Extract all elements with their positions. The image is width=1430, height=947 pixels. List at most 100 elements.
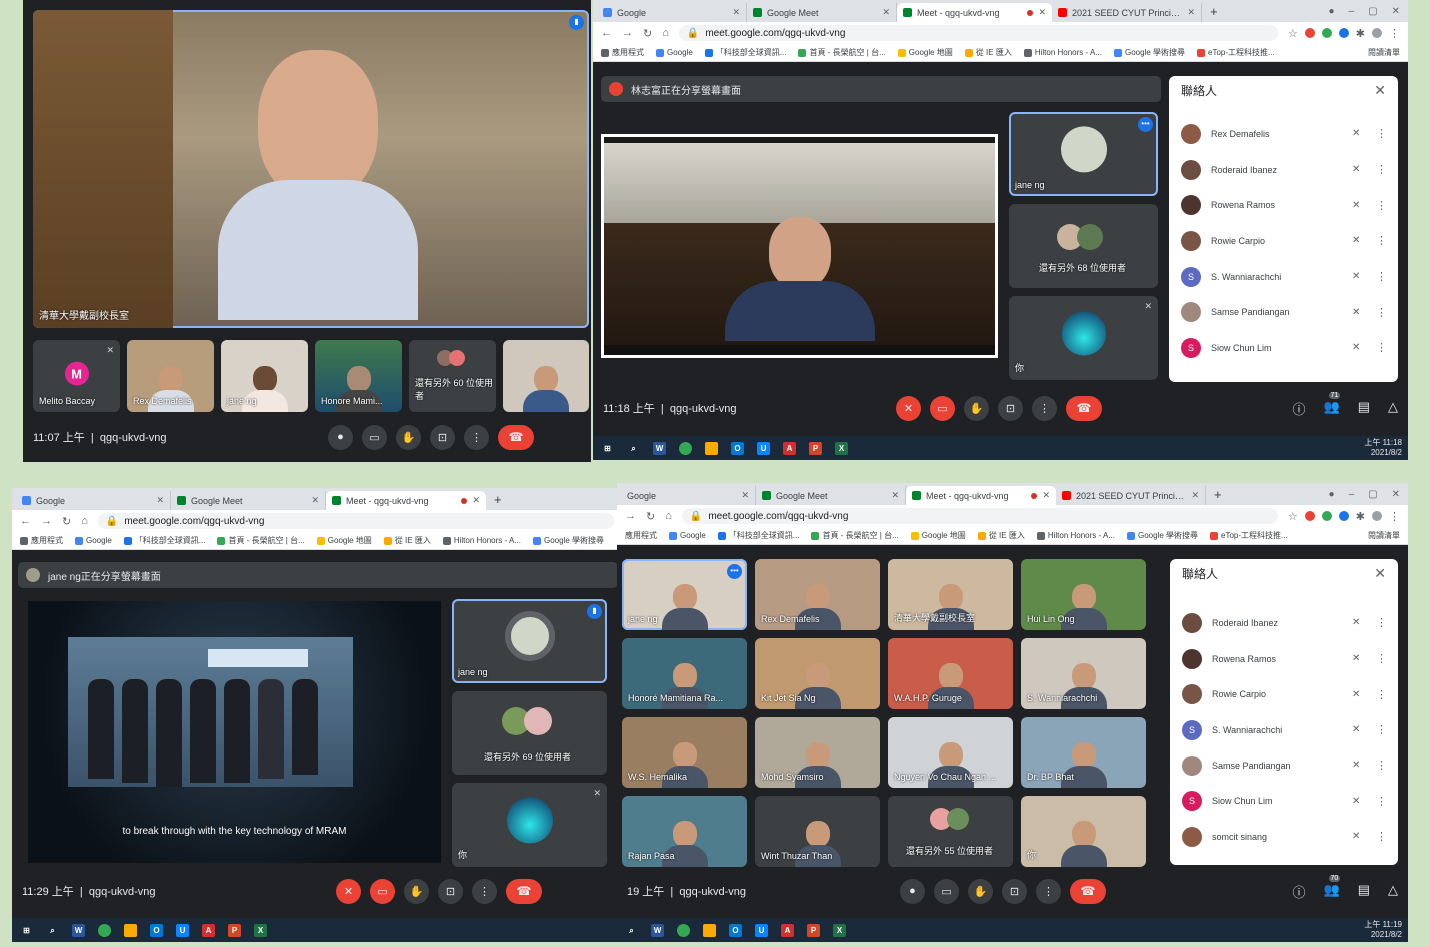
excel-icon[interactable]: X <box>835 441 848 455</box>
bookmark[interactable]: Google <box>669 531 706 540</box>
more-icon[interactable]: ⋮ <box>1032 395 1057 421</box>
participant-tile[interactable]: Mohd Syamsiro <box>755 717 880 788</box>
participant-row[interactable]: S S. Wanniarachchi ✕ ⋮ <box>1169 259 1398 295</box>
main-speaker-tile[interactable]: ▮ 清華大學戴副校長室 <box>33 10 589 328</box>
excel-icon[interactable]: X <box>254 923 267 937</box>
more-icon[interactable]: ⋮ <box>1376 759 1387 772</box>
participant-tile[interactable] <box>503 340 589 412</box>
participant-row[interactable]: Roderaid Ibanez ✕ ⋮ <box>1169 152 1398 188</box>
more-participants-tile[interactable]: 還有另外 55 位使用者 <box>888 796 1013 867</box>
mic-off-icon[interactable]: ✕ <box>1352 724 1366 735</box>
bookmark[interactable]: 「科技部全球資訊... <box>704 47 786 58</box>
participant-tile[interactable]: Dr. BP Bhat <box>1021 717 1146 788</box>
more-icon[interactable]: ⋮ <box>1376 616 1387 629</box>
more-icon[interactable]: ⋮ <box>1376 341 1387 354</box>
more-participants-tile[interactable]: 還有另外 60 位使用者 <box>409 340 496 412</box>
participant-tile[interactable]: Rajan Pasa <box>622 796 747 867</box>
participant-tile[interactable]: Honoré Mamitiana Ra... <box>622 638 747 709</box>
participant-tile[interactable]: Honore Mami... <box>315 340 402 412</box>
participant-row[interactable]: S Siow Chun Lim ✕ ⋮ <box>1169 330 1398 366</box>
chat-icon[interactable]: ▤ <box>1358 399 1370 418</box>
raise-hand-icon[interactable]: ✋ <box>396 424 421 450</box>
windows-start-icon[interactable]: ⊞ <box>601 442 614 455</box>
more-icon[interactable]: ⋮ <box>1376 652 1387 665</box>
bookmark[interactable]: Hilton Honors - A... <box>442 536 521 545</box>
outlook-icon[interactable]: O <box>150 923 163 937</box>
bookmark[interactable]: 從 IE 匯入 <box>964 47 1012 58</box>
system-clock[interactable]: 上午 11:19 2021/8/2 <box>1364 920 1402 940</box>
mic-off-icon[interactable]: ✕ <box>1352 617 1366 628</box>
acrobat-icon[interactable]: A <box>783 441 796 455</box>
self-tile[interactable]: 你 <box>1021 796 1146 867</box>
mic-off-icon[interactable]: ✕ <box>1352 760 1366 771</box>
mic-off-icon[interactable]: ✕ <box>1352 342 1366 353</box>
tab-google[interactable]: Google ✕ <box>597 3 747 22</box>
outlook-icon[interactable]: O <box>731 441 744 455</box>
present-icon[interactable]: ⊡ <box>438 878 463 904</box>
mic-off-icon[interactable]: ✕ <box>336 878 361 904</box>
reload-icon[interactable]: ↻ <box>643 27 652 40</box>
bookmark[interactable]: 應用程式 <box>625 530 657 541</box>
mic-off-icon[interactable]: ✕ <box>1352 128 1366 139</box>
extensions[interactable]: ☆ ✱ ⋮ <box>1288 510 1400 523</box>
file-explorer-icon[interactable] <box>705 441 718 455</box>
more-icon[interactable]: ⋮ <box>1376 688 1387 701</box>
participant-tile[interactable]: W.A.H.P. Guruge <box>888 638 1013 709</box>
participant-row[interactable]: S Siow Chun Lim ✕ ⋮ <box>1170 783 1398 819</box>
more-icon[interactable]: ⋮ <box>1036 878 1061 904</box>
bookmark[interactable]: 應用程式 <box>601 47 644 58</box>
bookmark[interactable]: 應用程式 <box>20 535 63 546</box>
chrome-icon[interactable] <box>677 923 690 937</box>
bookmark[interactable]: 首頁 - 長榮航空 | 台... <box>798 47 886 58</box>
forward-icon[interactable]: → <box>625 510 636 522</box>
window-controls[interactable]: ● – ▢ ✕ <box>1329 6 1408 17</box>
mic-off-icon[interactable]: ✕ <box>1352 307 1366 318</box>
powerpoint-icon[interactable]: P <box>809 441 822 455</box>
bookmark[interactable]: 「科技部全球資訊... <box>717 530 799 541</box>
participant-tile[interactable]: ••• jane ng <box>1009 112 1158 196</box>
search-icon[interactable]: ⌕ <box>627 442 640 455</box>
more-icon[interactable]: ⋮ <box>1376 270 1387 283</box>
powerpoint-icon[interactable]: P <box>228 923 241 937</box>
bookmark[interactable]: Google <box>656 48 693 57</box>
url-field[interactable]: 🔒 meet.google.com/qgq-ukvd-vng <box>681 508 1278 524</box>
participant-tile[interactable]: ▮ jane ng <box>452 599 607 683</box>
reading-list[interactable]: 閱讀清單 <box>1368 530 1400 541</box>
player-controls[interactable] <box>604 345 995 355</box>
new-tab-icon[interactable]: + <box>486 492 510 507</box>
word-icon[interactable]: W <box>72 923 85 937</box>
bookmark[interactable]: Google 學術搜尋 <box>1113 47 1185 58</box>
more-participants-tile[interactable]: 還有另外 69 位使用者 <box>452 691 607 775</box>
people-icon[interactable]: 👥 71 <box>1324 391 1341 418</box>
bookmark[interactable]: 從 IE 匯入 <box>977 530 1025 541</box>
tab-youtube[interactable]: 2021 SEED CYUT Principal's sp✕ <box>1052 3 1202 22</box>
bookmark[interactable]: Google 地圖 <box>897 47 953 58</box>
participant-tile[interactable]: 清華大學戴副校長室 <box>888 559 1013 630</box>
bookmark[interactable]: 首頁 - 長榮航空 | 台... <box>811 530 899 541</box>
mic-off-icon[interactable]: ✕ <box>1352 164 1366 175</box>
end-call-icon[interactable]: ☎ <box>1066 395 1102 421</box>
more-icon[interactable]: ⋮ <box>1376 830 1387 843</box>
word-icon[interactable]: W <box>651 923 664 937</box>
forward-icon[interactable]: → <box>622 27 633 39</box>
tab-google[interactable]: Google ✕ <box>621 486 756 505</box>
search-icon[interactable]: ⌕ <box>46 924 59 937</box>
participant-row[interactable]: Rowie Carpio ✕ ⋮ <box>1170 676 1398 712</box>
participant-tile[interactable]: ••• jane ng <box>622 559 747 630</box>
self-tile[interactable]: ✕ 你 <box>1009 296 1158 380</box>
teams-icon[interactable]: U <box>757 441 770 455</box>
tab-google-meet[interactable]: Google Meet ✕ <box>747 3 897 22</box>
participant-row[interactable]: Rex Demafelis ✕ ⋮ <box>1169 116 1398 152</box>
mic-off-icon[interactable]: ✕ <box>1352 831 1366 842</box>
mic-off-icon[interactable]: ✕ <box>1352 796 1366 807</box>
participant-row[interactable]: Roderaid Ibanez ✕ ⋮ <box>1170 605 1398 641</box>
participant-row[interactable]: Rowena Ramos ✕ ⋮ <box>1170 641 1398 677</box>
more-icon[interactable]: ⋮ <box>1376 127 1387 140</box>
shared-screen[interactable] <box>601 134 998 358</box>
extensions[interactable]: ☆ ✱ ⋮ <box>1288 27 1400 40</box>
home-icon[interactable]: ⌂ <box>665 510 672 522</box>
close-icon[interactable]: ✕ <box>1374 565 1386 582</box>
people-icon[interactable]: 👥 70 <box>1324 874 1341 901</box>
teams-icon[interactable]: U <box>755 923 768 937</box>
self-tile[interactable]: ✕ 你 <box>452 783 607 867</box>
